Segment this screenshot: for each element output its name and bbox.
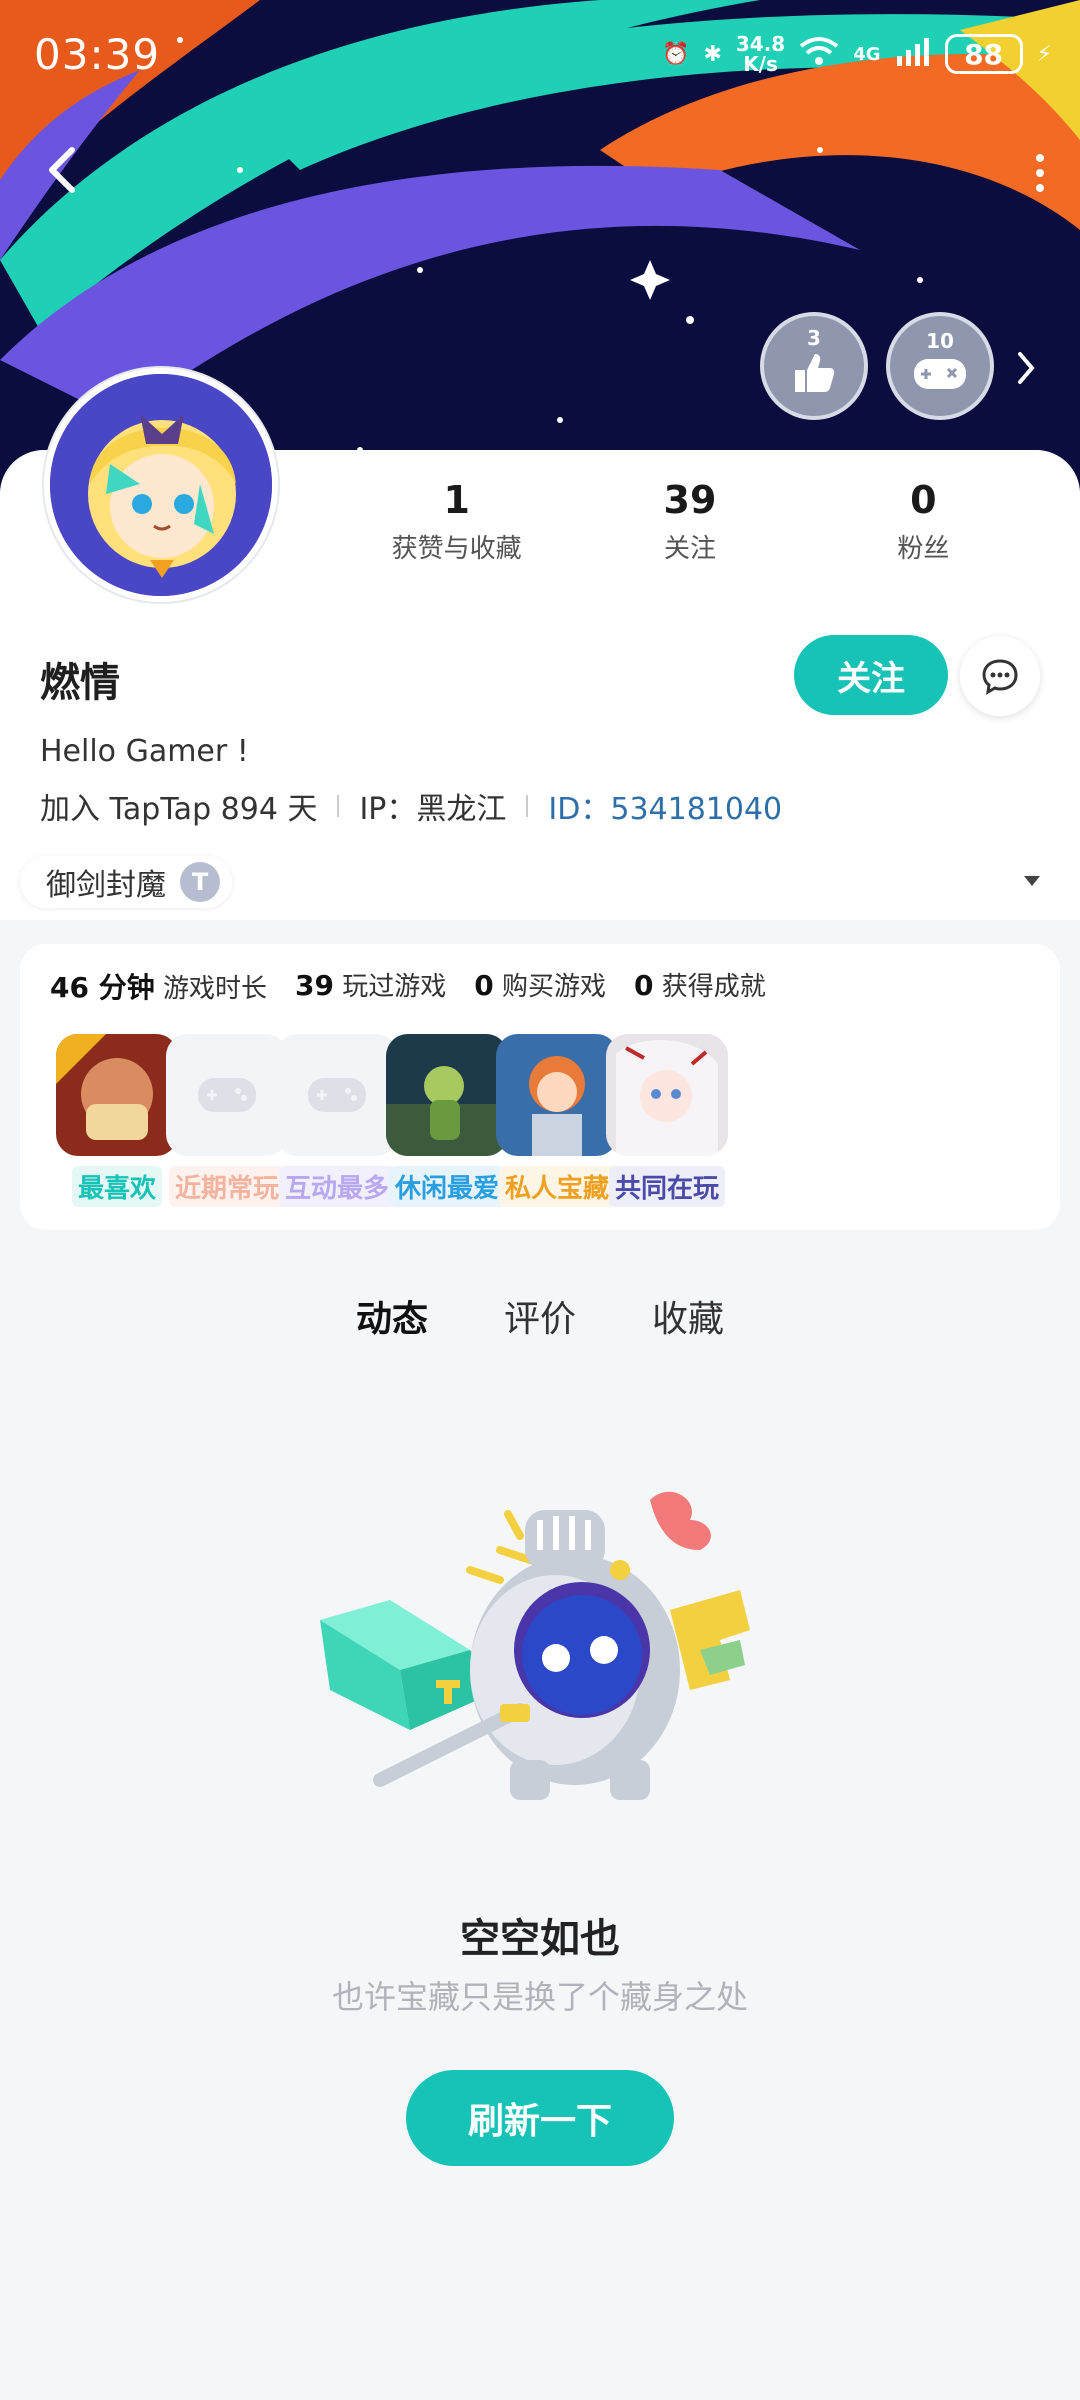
games-panel: 46 分钟 游戏时长 39 玩过游戏 0 购买游戏 0 获得成就 最喜欢 近期常… (20, 944, 1060, 1230)
avatar-image (50, 374, 272, 596)
game-favorite[interactable]: 最喜欢 (56, 1034, 178, 1207)
back-arrow-icon (49, 147, 75, 193)
game-casual-icon (386, 1034, 508, 1156)
user-id[interactable]: ID：534181040 (548, 784, 782, 828)
thumbs-up-icon (795, 354, 835, 392)
title-chip[interactable]: 御剑封魔 T (20, 856, 232, 908)
more-options-button[interactable] (1030, 148, 1050, 198)
status-icons: ⏰ ✱ 34.8 K/s 4G 88 ⚡ (662, 34, 1052, 74)
stat-followers-value: 0 (910, 478, 937, 522)
games-summary: 46 分钟 游戏时长 39 玩过游戏 0 购买游戏 0 获得成就 (50, 966, 766, 1006)
charging-icon: ⚡ (1036, 41, 1052, 67)
empty-subtitle: 也许宝藏只是换了个藏身之处 (331, 1978, 748, 2016)
game-treasure-label: 私人宝藏 (498, 1166, 615, 1207)
badge-games[interactable]: 10 (886, 312, 994, 420)
summary-played-value: 39 (295, 969, 334, 1002)
battery-indicator: 88 (944, 34, 1023, 74)
chevron-right-icon (1018, 352, 1035, 384)
badge-likes-count: 3 (807, 326, 821, 350)
stat-followers-label: 粉丝 (897, 534, 950, 564)
message-button[interactable] (960, 636, 1040, 716)
game-interactive-label: 互动最多 (278, 1166, 395, 1207)
title-chip-label: 御剑封魔 (46, 868, 166, 903)
summary-achievements-label: 获得成就 (661, 972, 766, 1002)
summary-purchased-value: 0 (474, 969, 494, 1002)
game-casual[interactable]: 休闲最爱 (386, 1034, 508, 1207)
game-casual-label: 休闲最爱 (388, 1166, 505, 1207)
stat-following[interactable]: 39 关注 (573, 478, 806, 565)
network-type: 4G (853, 43, 881, 65)
join-days: 加入 TapTap 894 天 (40, 792, 318, 827)
summary-purchased[interactable]: 0 购买游戏 (474, 966, 606, 1006)
tab-feed[interactable]: 动态 (353, 1290, 431, 1342)
empty-state-illustration (320, 1480, 780, 1820)
back-button[interactable] (38, 140, 88, 200)
wifi-icon (799, 36, 839, 72)
badge-games-count: 10 (926, 329, 954, 353)
net-speed: 34.8 K/s (736, 34, 785, 74)
badge-likes[interactable]: 3 (760, 312, 868, 420)
game-shared-label: 共同在玩 (608, 1166, 725, 1207)
expand-caret-icon[interactable] (1024, 876, 1040, 886)
summary-achievements[interactable]: 0 获得成就 (634, 966, 766, 1006)
summary-playtime-label: 游戏时长 (162, 974, 267, 1004)
summary-playtime-value: 46 分钟 (50, 971, 155, 1004)
user-name: 燃情 (40, 660, 120, 706)
stat-likes[interactable]: 1 获赞与收藏 (340, 478, 573, 565)
game-favorite-icon (56, 1034, 178, 1156)
signal-icon (895, 36, 931, 72)
game-treasure-icon (496, 1034, 618, 1156)
game-shared-icon (606, 1034, 728, 1156)
summary-played[interactable]: 39 玩过游戏 (295, 966, 446, 1006)
gamepad-icon (914, 359, 966, 389)
stat-following-label: 关注 (663, 534, 716, 564)
user-bio: Hello Gamer ! (40, 734, 249, 769)
badges-more-button[interactable] (1014, 348, 1038, 388)
status-bar: 03:39 ⏰ ✱ 34.8 K/s 4G 88 ⚡ (0, 0, 1080, 115)
alarm-icon: ⏰ (662, 41, 690, 67)
summary-achievements-value: 0 (634, 969, 654, 1002)
summary-playtime[interactable]: 46 分钟 游戏时长 (50, 966, 267, 1006)
meta-divider (526, 795, 529, 817)
refresh-button[interactable]: 刷新一下 (406, 2070, 674, 2166)
game-treasure[interactable]: 私人宝藏 (496, 1034, 618, 1207)
tab-collections[interactable]: 收藏 (652, 1290, 724, 1342)
avatar[interactable] (44, 368, 278, 602)
meta-divider (337, 795, 340, 817)
game-placeholder-icon (276, 1034, 398, 1156)
game-shared[interactable]: 共同在玩 (606, 1034, 728, 1207)
game-interactive[interactable]: 互动最多 (276, 1034, 398, 1207)
chat-bubble-icon (982, 659, 1018, 695)
title-level-icon: T (180, 862, 220, 902)
more-vertical-icon (1036, 154, 1044, 192)
net-speed-unit: K/s (743, 52, 778, 76)
user-meta: 加入 TapTap 894 天 IP：黑龙江 ID：534181040 (40, 784, 782, 828)
status-time: 03:39 (34, 30, 161, 79)
tab-reviews[interactable]: 评价 (504, 1290, 576, 1342)
stat-likes-value: 1 (443, 478, 470, 522)
stat-followers[interactable]: 0 粉丝 (807, 478, 1040, 565)
summary-purchased-label: 购买游戏 (502, 972, 607, 1002)
stat-likes-label: 获赞与收藏 (391, 534, 522, 564)
bluetooth-icon: ✱ (703, 41, 722, 67)
game-recent-label: 近期常玩 (168, 1166, 285, 1207)
ip-location: IP：黑龙江 (359, 792, 507, 827)
empty-title: 空空如也 (460, 1916, 620, 1962)
profile-stats: 1 获赞与收藏 39 关注 0 粉丝 (340, 478, 1040, 565)
summary-played-label: 玩过游戏 (342, 972, 447, 1002)
game-placeholder-icon (166, 1034, 288, 1156)
stat-following-value: 39 (663, 478, 717, 522)
game-recent[interactable]: 近期常玩 (166, 1034, 288, 1207)
follow-button[interactable]: 关注 (794, 635, 948, 715)
net-speed-value: 34.8 (735, 32, 786, 56)
content-tabs: 动态 评价 收藏 (0, 1290, 1080, 1342)
game-favorite-label: 最喜欢 (71, 1166, 162, 1207)
